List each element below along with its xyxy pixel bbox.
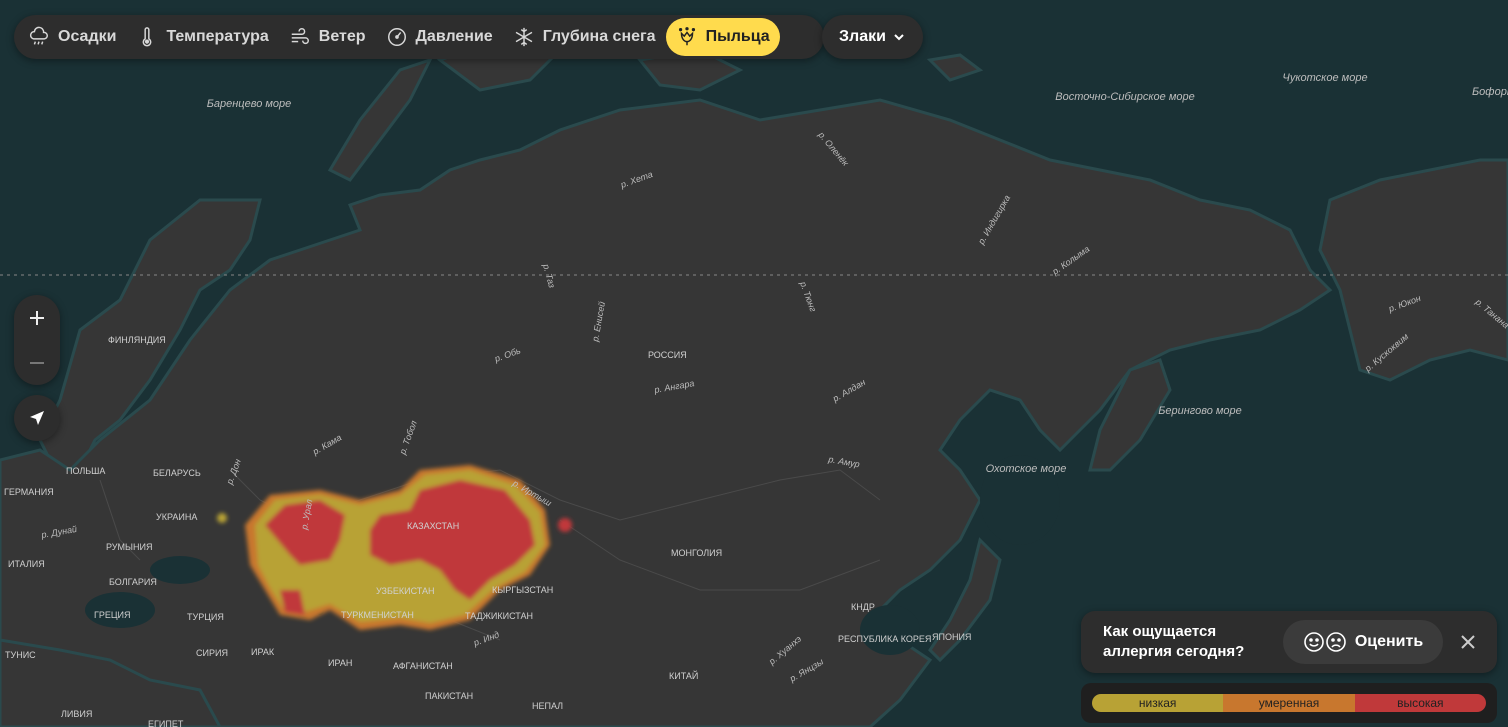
sad-face-icon <box>1326 632 1346 652</box>
rate-button[interactable]: Оценить <box>1283 620 1443 664</box>
country-label: КНДР <box>851 602 875 612</box>
country-label: ТУРКМЕНИСТАН <box>341 610 414 620</box>
country-label: ИРАК <box>251 647 275 657</box>
country-label: БОЛГАРИЯ <box>109 577 157 587</box>
pollen-type-dropdown[interactable]: Злаки <box>822 15 923 59</box>
country-label: РУМЫНИЯ <box>106 542 152 552</box>
sea-label: Берингово море <box>1158 405 1242 417</box>
toolbar-scroll-fade <box>779 18 792 56</box>
rate-button-label: Оценить <box>1354 633 1424 650</box>
country-label: ИРАН <box>328 658 352 668</box>
locate-me-button[interactable] <box>14 395 60 441</box>
layer-toolbar: Осадки Температура Ветер Давление Глубин… <box>14 15 824 59</box>
layer-snow-depth[interactable]: Глубина снега <box>503 18 666 56</box>
dropdown-label: Злаки <box>839 28 886 45</box>
close-icon <box>1461 635 1475 649</box>
gauge-icon <box>387 28 406 46</box>
country-label: ТУНИС <box>5 650 36 660</box>
snowflake-icon <box>515 27 533 47</box>
country-label: ГРЕЦИЯ <box>94 610 131 620</box>
country-label: ЯПОНИЯ <box>932 632 971 642</box>
country-label: ГЕРМАНИЯ <box>4 487 54 497</box>
sea-label: Восточно-Сибирское море <box>1055 91 1195 103</box>
country-label: КАЗАХСТАН <box>407 521 459 531</box>
country-label: КИТАЙ <box>669 670 698 681</box>
country-label: ЕГИПЕТ <box>148 719 184 727</box>
chevron-down-icon <box>894 34 904 41</box>
layer-pollen[interactable]: Пыльца <box>665 18 780 56</box>
pollen-flower-icon <box>678 27 695 46</box>
legend-moderate: умеренная <box>1223 694 1355 712</box>
layer-label: Ветер <box>318 28 366 45</box>
country-label: ТУРЦИЯ <box>187 612 224 622</box>
country-label: ПОЛЬША <box>66 466 105 476</box>
country-label: КЫРГЫЗСТАН <box>492 585 553 595</box>
cloud-rain-icon <box>29 26 48 45</box>
layer-label: Пыльца <box>705 28 770 45</box>
sea-label: Чукотское море <box>1282 72 1367 84</box>
zoom-in-button[interactable] <box>14 295 60 340</box>
layer-precipitation[interactable]: Осадки <box>18 18 126 56</box>
layer-label: Температура <box>166 28 269 45</box>
zoom-control <box>14 295 60 385</box>
wind-icon <box>291 28 309 45</box>
country-label: ИТАЛИЯ <box>8 559 45 569</box>
pollen-legend: низкая умеренная высокая <box>1081 683 1497 723</box>
country-label: СИРИЯ <box>196 648 228 658</box>
country-label: ЛИВИЯ <box>61 709 92 719</box>
sea-label: Бофорта <box>1472 86 1508 98</box>
country-label: ФИНЛЯНДИЯ <box>108 335 166 345</box>
layer-wind[interactable]: Ветер <box>279 18 376 56</box>
faces-icon <box>1303 631 1347 653</box>
legend-high: высокая <box>1354 694 1486 712</box>
legend-low: низкая <box>1092 694 1224 712</box>
country-label: ПАКИСТАН <box>425 691 473 701</box>
layer-temperature[interactable]: Температура <box>126 18 278 56</box>
country-label: ТАДЖИКИСТАН <box>465 611 533 621</box>
layer-pressure[interactable]: Давление <box>376 18 503 56</box>
sea-label: Охотское море <box>986 463 1067 475</box>
location-arrow-icon <box>30 411 44 425</box>
allergy-survey-card: Как ощущается аллергия сегодня? Оценить <box>1081 611 1497 673</box>
layer-label: Глубина снега <box>542 28 656 45</box>
country-label: УЗБЕКИСТАН <box>376 586 434 596</box>
layer-label: Осадки <box>58 28 117 45</box>
plus-icon <box>30 310 44 325</box>
country-label: БЕЛАРУСЬ <box>153 468 201 478</box>
country-label: НЕПАЛ <box>532 701 563 711</box>
survey-question: Как ощущается аллергия сегодня? <box>1103 623 1245 660</box>
close-button[interactable] <box>1454 628 1482 656</box>
sea-label: Баренцево море <box>207 98 292 110</box>
zoom-out-button[interactable] <box>14 340 60 385</box>
country-label: УКРАИНА <box>156 512 197 522</box>
country-label: РОССИЯ <box>648 350 687 360</box>
minus-icon <box>30 361 44 364</box>
legend-bar: низкая умеренная высокая <box>1092 694 1486 712</box>
layer-label: Давление <box>415 28 493 45</box>
country-label: АФГАНИСТАН <box>393 661 453 671</box>
thermometer-icon <box>143 27 152 47</box>
smile-face-icon <box>1304 632 1324 652</box>
country-label: РЕСПУБЛИКА КОРЕЯ <box>838 634 931 644</box>
country-label: МОНГОЛИЯ <box>671 548 722 558</box>
